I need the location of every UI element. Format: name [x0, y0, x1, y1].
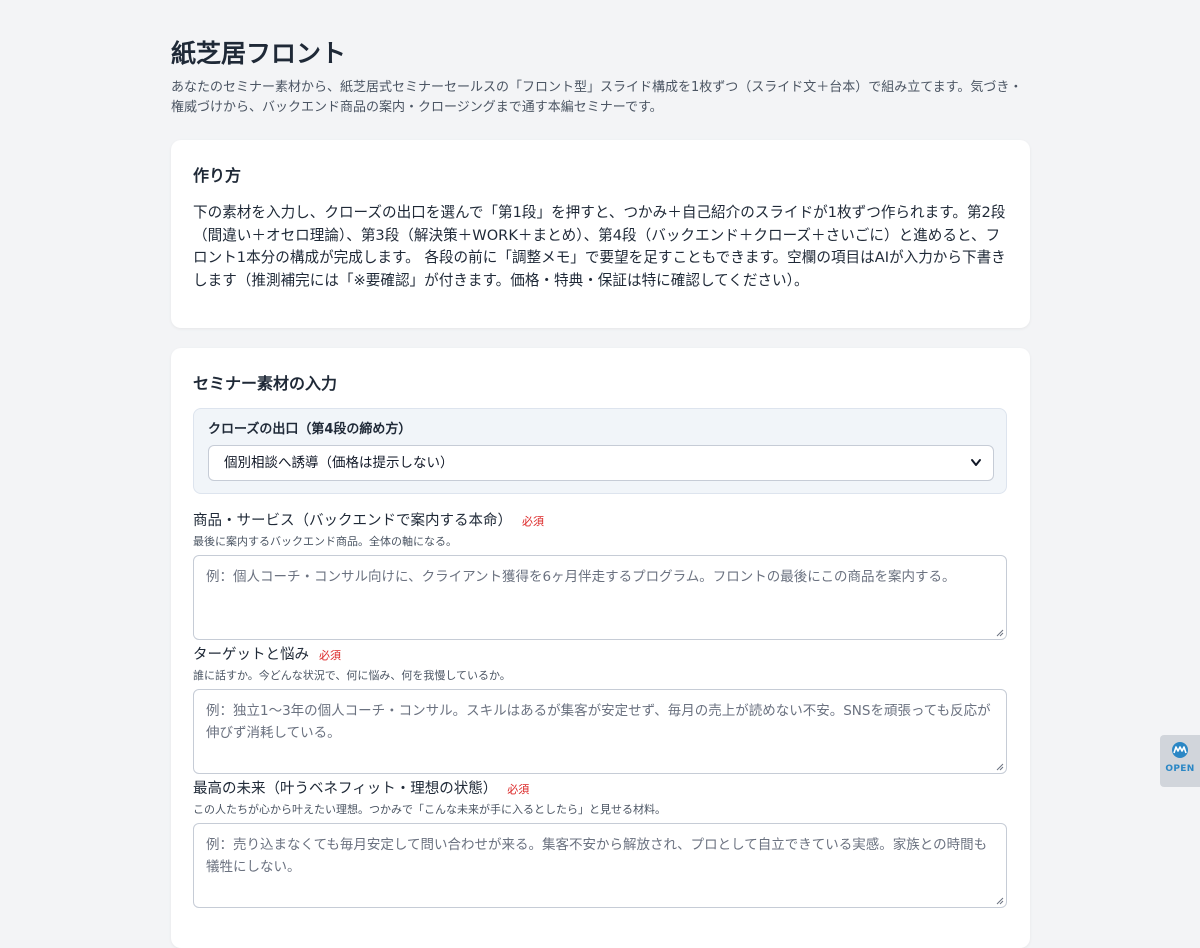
target-label: ターゲットと悩み [193, 647, 309, 663]
future-field: 最高の未来（叶うベネフィット・理想の状態） 必須 この人たちが心から叶えたい理想。… [193, 779, 1007, 908]
future-hint: この人たちが心から叶えたい理想。つかみで「こんな未来が手に入るとしたら」と見せる… [193, 803, 666, 816]
seminar-input-card: セミナー素材の入力 クローズの出口（第4段の締め方） 個別相談へ誘導（価格は提示… [171, 348, 1030, 948]
input-heading: セミナー素材の入力 [193, 374, 338, 393]
product-label: 商品・サービス（バックエンドで案内する本命） [193, 513, 512, 529]
target-field: ターゲットと悩み 必須 誰に話すか。今どんな状況で、何に悩み、何を我慢しているか。… [193, 645, 1007, 774]
page-title: 紙芝居フロント [171, 39, 347, 68]
howto-text: 下の素材を入力し、クローズの出口を選んで「第1段」を押すと、つかみ＋自己紹介のス… [193, 204, 1006, 289]
future-label: 最高の未来（叶うベネフィット・理想の状態） [193, 781, 498, 797]
howto-heading: 作り方 [193, 166, 242, 185]
howto-card: 作り方 下の素材を入力し、クローズの出口を選んで「第1段」を押すと、つかみ＋自己… [171, 140, 1030, 328]
close-exit-selected-value: 個別相談へ誘導（価格は提示しない） [224, 455, 454, 471]
close-exit-select[interactable]: 個別相談へ誘導（価格は提示しない） [208, 445, 994, 481]
required-badge: 必須 [507, 783, 530, 796]
open-side-tab[interactable]: OPEN [1160, 735, 1200, 787]
mm-logo-icon [1172, 742, 1188, 758]
future-placeholder: 例：売り込まなくても毎月安定して問い合わせが来る。集客不安から解放され、プロとし… [206, 837, 988, 875]
future-textarea[interactable]: 例：売り込まなくても毎月安定して問い合わせが来る。集客不安から解放され、プロとし… [193, 823, 1007, 908]
open-tab-label: OPEN [1165, 764, 1195, 774]
target-placeholder: 例：独立1〜3年の個人コーチ・コンサル。スキルはあるが集客が安定せず、毎月の売上… [206, 703, 991, 741]
resize-handle-icon[interactable] [996, 629, 1004, 637]
close-exit-label: クローズの出口（第4段の締め方） [208, 422, 412, 437]
chevron-down-icon [971, 459, 981, 466]
target-textarea[interactable]: 例：独立1〜3年の個人コーチ・コンサル。スキルはあるが集客が安定せず、毎月の売上… [193, 689, 1007, 774]
target-hint: 誰に話すか。今どんな状況で、何に悩み、何を我慢しているか。 [193, 669, 511, 682]
resize-handle-icon[interactable] [996, 897, 1004, 905]
required-badge: 必須 [319, 649, 341, 662]
product-textarea[interactable]: 例：個人コーチ・コンサル向けに、クライアント獲得を6ヶ月伴走するプログラム。フロ… [193, 555, 1007, 640]
resize-handle-icon[interactable] [996, 763, 1004, 771]
page-container: 紙芝居フロント あなたのセミナー素材から、紙芝居式セミナーセールスの「フロント型… [171, 0, 1030, 948]
close-exit-box: クローズの出口（第4段の締め方） 個別相談へ誘導（価格は提示しない） [193, 408, 1007, 494]
page-description: あなたのセミナー素材から、紙芝居式セミナーセールスの「フロント型」スライド構成を… [171, 80, 1023, 115]
required-badge: 必須 [522, 515, 544, 528]
product-placeholder: 例：個人コーチ・コンサル向けに、クライアント獲得を6ヶ月伴走するプログラム。フロ… [206, 569, 956, 585]
product-hint: 最後に案内するバックエンド商品。全体の軸になる。 [193, 535, 457, 548]
product-field: 商品・サービス（バックエンドで案内する本命） 必須 最後に案内するバックエンド商品… [193, 511, 1007, 640]
